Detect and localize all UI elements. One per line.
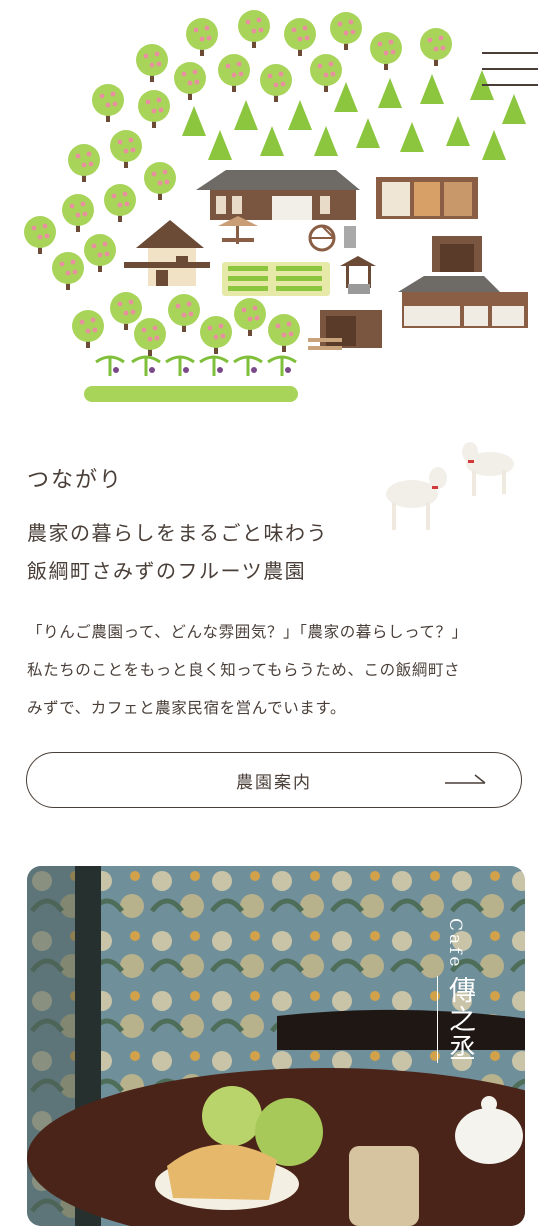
conifer-tree-icon — [314, 126, 338, 156]
intro-line: 「りんご農園って、どんな雰囲気？」「農家の暮らしって？」 — [27, 623, 468, 641]
farm-map-illustration — [24, 10, 528, 402]
apple-tree-icon — [234, 298, 266, 336]
goat-icon — [462, 442, 514, 496]
conifer-tree-icon — [334, 82, 358, 112]
apple-tree-icon — [330, 12, 362, 50]
apple-tree-icon — [24, 216, 56, 254]
farm-guide-button[interactable]: 農園案内 — [26, 752, 522, 808]
intro-paragraph: 「りんご農園って、どんな雰囲気？」「農家の暮らしって？」 私たちのことをもっと良… — [27, 613, 527, 727]
section-title: つながり — [27, 468, 124, 493]
cafe-label-en: Cafe — [445, 918, 465, 970]
sugar-pot — [455, 1108, 523, 1164]
conifer-tree-icon — [182, 106, 206, 136]
apple-tree-icon — [92, 84, 124, 122]
apple-tree-icon — [260, 64, 292, 102]
apple — [202, 1086, 262, 1146]
conifer-tree-icon — [208, 130, 232, 160]
guesthouse-icon — [124, 220, 210, 286]
apple-tree-icon — [200, 316, 232, 354]
conifer-tree-icon — [378, 78, 402, 108]
apple-tree-icon — [110, 130, 142, 168]
apple-tree-icon — [268, 314, 300, 352]
conifer-tree-icon — [482, 130, 506, 160]
field-icon — [222, 262, 330, 296]
headline-line: 農家の暮らしをまるごと味わう — [27, 521, 328, 545]
grass-strip — [84, 386, 298, 402]
apple-tree-icon — [186, 18, 218, 56]
apple-tree-icon — [238, 10, 270, 48]
apple-tree-icon — [138, 90, 170, 128]
apple-tree-icon — [370, 32, 402, 70]
conifer-tree-icon — [420, 74, 444, 104]
intro-line: 私たちのことをもっと良く知ってもらうため、この飯綱町さ — [27, 661, 461, 679]
gazebo-icon — [218, 216, 258, 244]
apple-tree-icon — [144, 162, 176, 200]
hamburger-menu-button[interactable] — [478, 50, 542, 90]
goat-icon — [386, 467, 447, 530]
apple-tree-icon — [110, 292, 142, 330]
apple-tree-icon — [52, 252, 84, 290]
farmhouse-icon — [196, 170, 360, 220]
hamburger-line — [482, 52, 538, 54]
apple-tree-icon — [136, 44, 168, 82]
apple-tree-icon — [218, 54, 250, 92]
conifer-tree-icon — [234, 100, 258, 130]
conifer-tree-icon — [356, 118, 380, 148]
apple-tree-icon — [174, 62, 206, 100]
conifer-tree-icon — [288, 100, 312, 130]
conifer-tree-icon — [446, 116, 470, 146]
headline-line: 飯綱町さみずのフルーツ農園 — [27, 559, 307, 583]
apple-tree-icon — [104, 184, 136, 222]
hamburger-line — [482, 68, 538, 70]
apple-tree-icon — [84, 234, 116, 272]
headline: 農家の暮らしをまるごと味わう 飯綱町さみずのフルーツ農園 — [27, 514, 328, 590]
grapevine-icon — [95, 355, 297, 376]
shed-icon — [376, 177, 478, 219]
conifer-tree-icon — [502, 94, 526, 124]
conifer-tree-icon — [260, 126, 284, 156]
conifer-tree-icon — [400, 122, 424, 152]
apple-tree-icon — [68, 144, 100, 182]
intro-line: みずで、カフェと農家民宿を営んでいます。 — [27, 699, 347, 717]
arrow-right-icon — [445, 774, 486, 784]
apple-tree-icon — [62, 194, 94, 232]
well-icon — [340, 256, 376, 294]
apple-tree-icon — [310, 54, 342, 92]
apple-tree-icon — [168, 294, 200, 332]
juice-glass — [349, 1146, 419, 1226]
apple-tree-icon — [72, 310, 104, 348]
lantern-icon — [344, 226, 356, 248]
cafe-label-jp: 傳之丞 — [437, 976, 479, 1063]
apple-tree-icon — [284, 18, 316, 56]
apple-tree-icon — [420, 28, 452, 66]
apple-tree-icon — [134, 318, 166, 356]
goats-illustration — [386, 442, 514, 530]
chair-back — [277, 1009, 525, 1050]
garage-icon — [398, 276, 528, 328]
hamburger-line — [482, 84, 538, 86]
cafe-card[interactable]: Cafe 傳之丞 — [27, 866, 525, 1226]
